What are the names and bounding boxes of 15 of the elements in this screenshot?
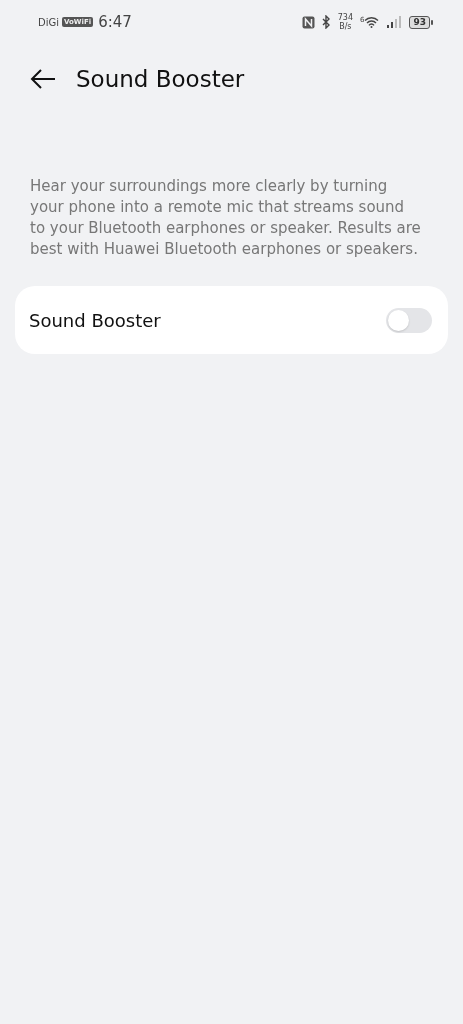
setting-label: Sound Booster (29, 309, 161, 331)
net-speed: 734 (337, 13, 353, 22)
back-arrow-icon (30, 68, 56, 90)
back-button[interactable] (30, 68, 56, 90)
net-speed-unit: B/s (339, 22, 352, 31)
nfc-icon (301, 15, 315, 29)
toggle-switch[interactable] (386, 307, 432, 333)
description-text: Hear your surroundings more clearly by turning your phone into a remote mic that streams sound to your Bluetooth earphones or speaker. Results are best with Huawei Bluetooth earphones or speakers. (30, 176, 422, 260)
clock: 6:47 (98, 13, 132, 31)
wifi-icon (364, 16, 380, 28)
battery-level: 93 (409, 15, 430, 29)
bluetooth-icon (321, 15, 331, 29)
signal-icon (386, 16, 403, 28)
carrier-name: DiGi (38, 16, 59, 28)
page-title: Sound Booster (76, 66, 245, 92)
